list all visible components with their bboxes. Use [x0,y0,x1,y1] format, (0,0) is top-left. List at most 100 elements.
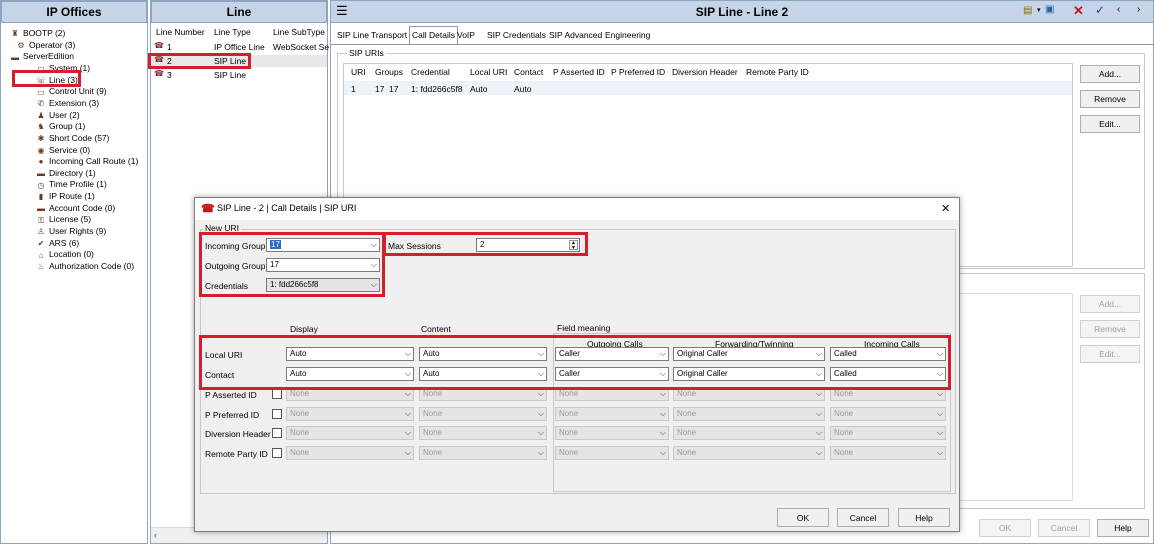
prev-icon[interactable]: ‹ [1117,4,1120,15]
tree-item-line[interactable]: ☏ Line (3) [35,74,78,86]
tree-item-service[interactable]: ◉ Service (0) [35,144,91,156]
forwarding-select[interactable]: None ⌵ [673,446,825,460]
content-select[interactable]: None ⌵ [419,387,547,401]
row-checkbox[interactable] [272,409,282,419]
credentials-select[interactable]: 1: fdd266c5f8 ⌵ [266,278,380,292]
tab-call-details[interactable]: Call Details [409,26,458,44]
tree-item-user[interactable]: ♟ User (2) [35,109,79,121]
display-select[interactable]: None ⌵ [286,446,414,460]
scroll-left-icon[interactable]: ‹ [154,530,157,540]
tree-item-user-rights[interactable]: ♙ User Rights (9) [35,225,106,237]
tab-sip-line[interactable]: SIP Line [335,27,371,43]
tree-item-operator[interactable]: ⚙ Operator (3) [15,39,75,51]
tree-item-extension[interactable]: ✆ Extension (3) [35,97,99,109]
tab-voip[interactable]: VoIP [455,27,477,43]
content-select[interactable]: None ⌵ [419,426,547,440]
display-select[interactable]: None ⌵ [286,407,414,421]
incoming-calls-select[interactable]: None ⌵ [830,407,946,421]
tab-sip-advanced[interactable]: SIP Advanced [547,27,604,43]
tree-item-ip-route[interactable]: ▮ IP Route (1) [35,190,95,202]
content-select[interactable]: Auto ⌵ [419,347,547,361]
cancel-button[interactable]: Cancel [837,508,889,527]
delete-icon[interactable]: ✕ [1073,3,1084,19]
tree-item-account-code[interactable]: ▬ Account Code (0) [35,202,115,214]
tree-item-server[interactable]: ▬ ServerEdition [9,50,74,62]
col-local-uri[interactable]: Local URI [470,67,507,77]
help-button-main[interactable]: Help [1097,519,1149,537]
forwarding-select[interactable]: Original Caller ⌵ [673,347,825,361]
outgoing-group-select[interactable]: 17 ⌵ [266,258,380,272]
incoming-calls-select[interactable]: None ⌵ [830,446,946,460]
tab-sip-credentials[interactable]: SIP Credentials [485,27,548,43]
add-button-2[interactable]: Add... [1080,295,1140,313]
incoming-calls-select[interactable]: Called ⌵ [830,367,946,381]
outgoing-calls-select[interactable]: None ⌵ [555,426,669,440]
col-uri[interactable]: URI [351,67,366,77]
row-checkbox[interactable] [272,428,282,438]
outgoing-calls-select[interactable]: None ⌵ [555,446,669,460]
cancel-button-main[interactable]: Cancel [1038,519,1090,537]
col-groups[interactable]: Groups [375,67,403,77]
remove-button-2[interactable]: Remove [1080,320,1140,338]
tree-item-license[interactable]: ⚿ License (5) [35,213,91,225]
display-select[interactable]: Auto ⌵ [286,367,414,381]
tree-item-location[interactable]: ⌂ Location (0) [35,248,94,260]
display-select[interactable]: None ⌵ [286,426,414,440]
export-icon[interactable]: ▣ [1045,4,1054,15]
outgoing-calls-select[interactable]: None ⌵ [555,387,669,401]
tree-item-ars[interactable]: ✔ ARS (6) [35,237,80,249]
line-row-3[interactable]: ☎ 3 SIP Line [151,69,327,81]
line-row-1[interactable]: ☎ 1 IP Office Line WebSocket Se [151,41,329,53]
incoming-group-select[interactable]: 17 ⌵ [266,238,380,252]
display-select[interactable]: None ⌵ [286,387,414,401]
col-diversion-header[interactable]: Diversion Header [672,67,738,77]
tree-item-time-profile[interactable]: ◷ Time Profile (1) [35,178,107,190]
forwarding-select[interactable]: Original Caller ⌵ [673,367,825,381]
add-button[interactable]: Add... [1080,65,1140,83]
col-line-number[interactable]: Line Number [156,27,205,37]
content-select[interactable]: None ⌵ [419,407,547,421]
max-sessions-spinner[interactable]: 2 ▲ ▼ [476,238,580,252]
col-p-preferred-id[interactable]: P Preferred ID [611,67,665,77]
tab-engineering[interactable]: Engineering [603,27,652,43]
chevron-down-icon[interactable]: ▾ [1037,6,1041,14]
col-line-type[interactable]: Line Type [214,27,251,37]
forwarding-select[interactable]: None ⌵ [673,426,825,440]
tree-item-short-code[interactable]: ✱ Short Code (57) [35,132,110,144]
new-record-icon[interactable]: ▤ [1023,5,1032,16]
col-credential[interactable]: Credential [411,67,450,77]
forwarding-select[interactable]: None ⌵ [673,407,825,421]
col-line-subtype[interactable]: Line SubType [273,27,325,37]
col-remote-party-id[interactable]: Remote Party ID [746,67,809,77]
edit-button[interactable]: Edit... [1080,115,1140,133]
forwarding-select[interactable]: None ⌵ [673,387,825,401]
ok-button[interactable]: OK [777,508,829,527]
incoming-calls-select[interactable]: Called ⌵ [830,347,946,361]
tree-item-bootp[interactable]: ♜ BOOTP (2) [9,27,65,39]
edit-button-2[interactable]: Edit... [1080,345,1140,363]
ok-button-main[interactable]: OK [979,519,1031,537]
tree-item-control-unit[interactable]: ▭ Control Unit (9) [35,85,106,97]
check-icon[interactable]: ✓ [1095,3,1105,17]
close-icon[interactable]: ✕ [941,202,950,215]
outgoing-calls-select[interactable]: Caller ⌵ [555,347,669,361]
outgoing-calls-select[interactable]: None ⌵ [555,407,669,421]
col-contact[interactable]: Contact [514,67,543,77]
tree-item-directory[interactable]: ▬ Directory (1) [35,167,96,179]
spinner-arrows-icon[interactable]: ▲ ▼ [569,240,578,251]
row-checkbox[interactable] [272,389,282,399]
tab-transport[interactable]: Transport [369,27,409,43]
outgoing-calls-select[interactable]: Caller ⌵ [555,367,669,381]
content-select[interactable]: None ⌵ [419,446,547,460]
display-select[interactable]: Auto ⌵ [286,347,414,361]
row-checkbox[interactable] [272,448,282,458]
tree-item-incoming-call-route[interactable]: ● Incoming Call Route (1) [35,155,139,167]
content-select[interactable]: Auto ⌵ [419,367,547,381]
col-p-asserted-id[interactable]: P Asserted ID [553,67,605,77]
line-row-2[interactable]: ☎ 2 SIP Line [151,55,327,67]
tree-item-system[interactable]: ▭ System (1) [35,62,90,74]
remove-button[interactable]: Remove [1080,90,1140,108]
tree-item-authorization-code[interactable]: ♨ Authorization Code (0) [35,260,134,272]
tree-item-group[interactable]: ♞ Group (1) [35,120,85,132]
help-button[interactable]: Help [898,508,950,527]
